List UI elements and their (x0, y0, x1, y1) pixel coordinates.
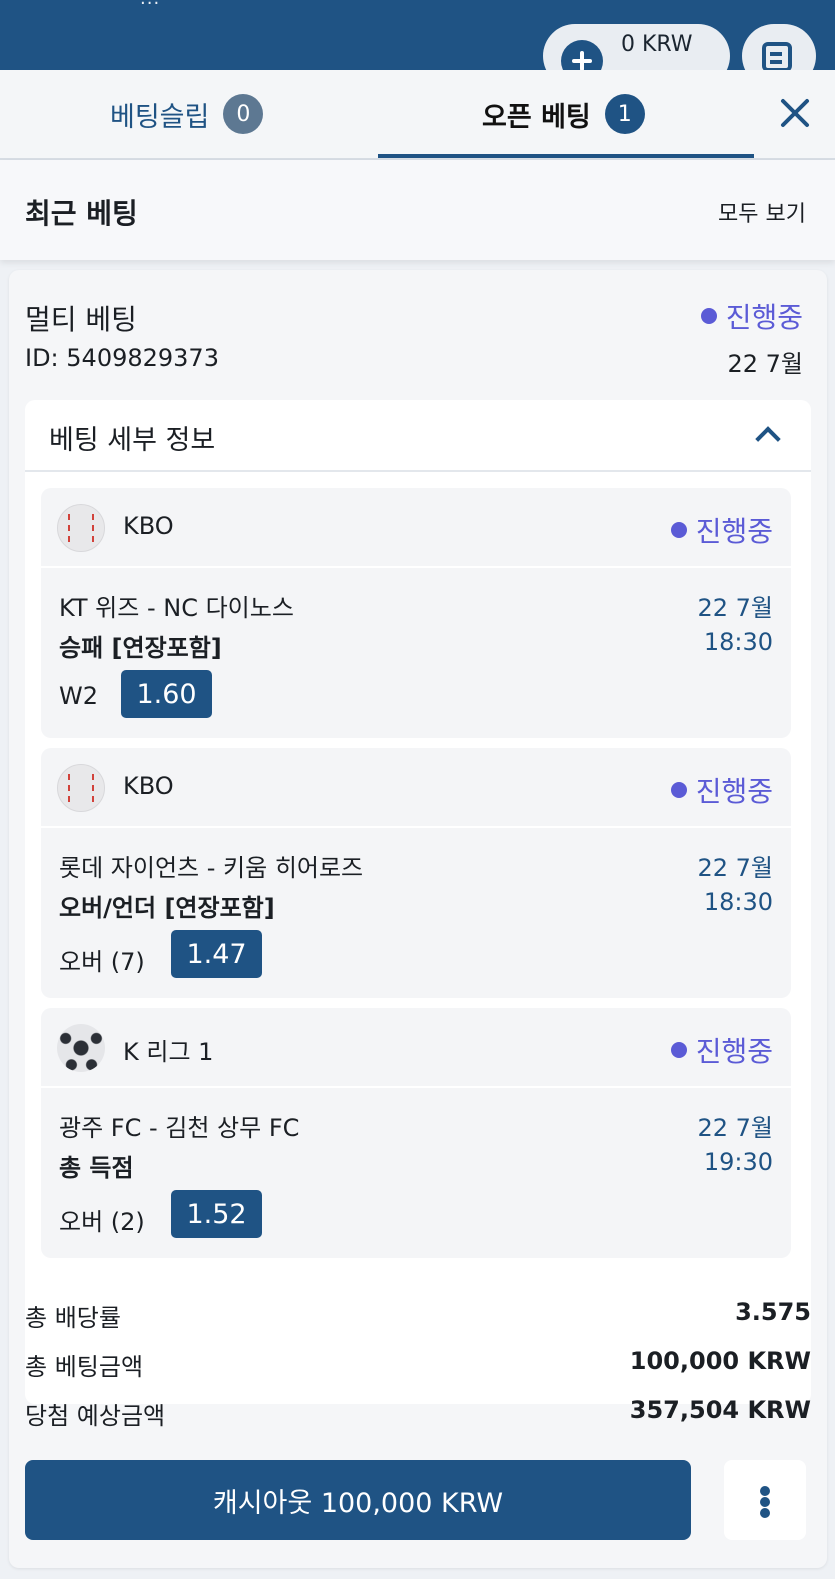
status-dot-icon (700, 308, 717, 324)
bet-card: 멀티 베팅 ID: 5409829373 진행중 22 7월 베팅 세부 정보 … (9, 270, 827, 1568)
selection-header: KBO 진행중 (41, 748, 791, 828)
status-dot-icon (670, 1042, 687, 1058)
close-icon[interactable] (778, 96, 812, 130)
tab-open-bets[interactable]: 오픈 베팅 1 (482, 92, 645, 136)
selection-card: KBO 진행중 롯데 자이언츠 - 키움 히어로즈 오버/언더 [연장포함] 오… (41, 748, 791, 998)
league-name: KBO (123, 512, 174, 540)
selection-card: K 리그 1 진행중 광주 FC - 김천 상무 FC 총 득점 오버 (2) … (41, 1008, 791, 1258)
tab-open-bets-label: 오픈 베팅 (482, 101, 591, 133)
selection-status: 진행중 (670, 510, 773, 550)
active-tab-indicator (378, 154, 754, 158)
bet-date: 22 7월 (727, 350, 803, 378)
selection-date: 22 7월 (697, 1114, 773, 1142)
odds-badge: 1.52 (171, 1190, 262, 1238)
league-name: KBO (123, 772, 174, 800)
potential-win-row: 당첨 예상금액 357,504 KRW (25, 1396, 811, 1431)
top-bar: ... 0 KRW (0, 0, 835, 70)
market-name: 승패 [연장포함] (59, 634, 222, 662)
baseball-icon (57, 504, 105, 552)
betslip-button[interactable] (742, 24, 816, 70)
betslip-icon (762, 42, 792, 70)
bet-status: 진행중 (700, 296, 803, 336)
potential-win-value: 357,504 KRW (629, 1396, 811, 1424)
selection-time: 19:30 (703, 1148, 773, 1176)
selection-status: 진행중 (670, 770, 773, 810)
selection-date: 22 7월 (697, 594, 773, 622)
recent-bets-title: 최근 베팅 (25, 197, 138, 230)
stake-value: 100,000 KRW (629, 1347, 811, 1375)
league-name: K 리그 1 (123, 1038, 214, 1066)
cashout-button[interactable]: 캐시아웃 100,000 KRW (25, 1460, 691, 1540)
view-all-link[interactable]: 모두 보기 (718, 196, 806, 228)
selection-card: KBO 진행중 KT 위즈 - NC 다이노스 승패 [연장포함] W2 1.6… (41, 488, 791, 738)
total-odds-label: 총 배당률 (25, 1304, 121, 1332)
betslip-tabs: 베팅슬립 0 오픈 베팅 1 (0, 70, 835, 160)
odds-badge: 1.60 (121, 670, 212, 718)
selection-date: 22 7월 (697, 854, 773, 882)
bet-details-title: 베팅 세부 정보 (49, 425, 216, 456)
match-name: 광주 FC - 김천 상무 FC (59, 1114, 300, 1142)
bet-status-label: 진행중 (725, 301, 803, 334)
market-name: 총 득점 (59, 1154, 134, 1182)
pick-name: W2 (59, 682, 98, 710)
stake-label: 총 베팅금액 (25, 1353, 144, 1381)
total-odds-value: 3.575 (735, 1298, 811, 1326)
bet-id: ID: 5409829373 (25, 344, 219, 372)
selection-status: 진행중 (670, 1030, 773, 1070)
odds-badge: 1.47 (171, 930, 262, 978)
selection-status-label: 진행중 (695, 1035, 773, 1068)
recent-bets-header: 최근 베팅 모두 보기 (0, 160, 835, 260)
match-name: KT 위즈 - NC 다이노스 (59, 594, 294, 622)
selection-status-label: 진행중 (695, 515, 773, 548)
selection-time: 18:30 (703, 628, 773, 656)
status-dot-icon (670, 522, 687, 538)
bet-details-panel: 베팅 세부 정보 KBO 진행중 KT 위즈 - NC 다이노스 승패 [연장포… (25, 400, 811, 1404)
match-name: 롯데 자이언츠 - 키움 히어로즈 (59, 854, 364, 882)
pick-name: 오버 (2) (59, 1208, 145, 1236)
balance-amount: 0 KRW (621, 32, 693, 57)
selection-time: 18:30 (703, 888, 773, 916)
chevron-up-icon[interactable] (755, 426, 781, 452)
selection-header: KBO 진행중 (41, 488, 791, 568)
status-dot-icon (670, 782, 687, 798)
baseball-icon (57, 764, 105, 812)
soccer-ball-icon (57, 1024, 105, 1072)
more-options-button[interactable] (724, 1460, 806, 1540)
balance-pill[interactable]: 0 KRW (543, 24, 730, 70)
tab-betslip-label: 베팅슬립 (110, 101, 210, 133)
header-partial-text: ... (140, 0, 160, 9)
pick-name: 오버 (7) (59, 948, 145, 976)
stake-row: 총 베팅금액 100,000 KRW (25, 1347, 811, 1382)
deposit-plus-icon[interactable] (561, 40, 603, 70)
more-vertical-icon (760, 1486, 770, 1496)
total-odds-row: 총 배당률 3.575 (25, 1298, 811, 1333)
selection-status-label: 진행중 (695, 775, 773, 808)
potential-win-label: 당첨 예상금액 (25, 1402, 166, 1430)
bet-details-header[interactable]: 베팅 세부 정보 (25, 400, 811, 472)
tab-betslip-count-badge: 0 (223, 94, 264, 134)
tab-open-bets-count-badge: 1 (604, 94, 645, 134)
market-name: 오버/언더 [연장포함] (59, 894, 275, 922)
selection-header: K 리그 1 진행중 (41, 1008, 791, 1088)
tab-betslip[interactable]: 베팅슬립 0 (110, 92, 264, 136)
bet-type: 멀티 베팅 (25, 303, 137, 336)
